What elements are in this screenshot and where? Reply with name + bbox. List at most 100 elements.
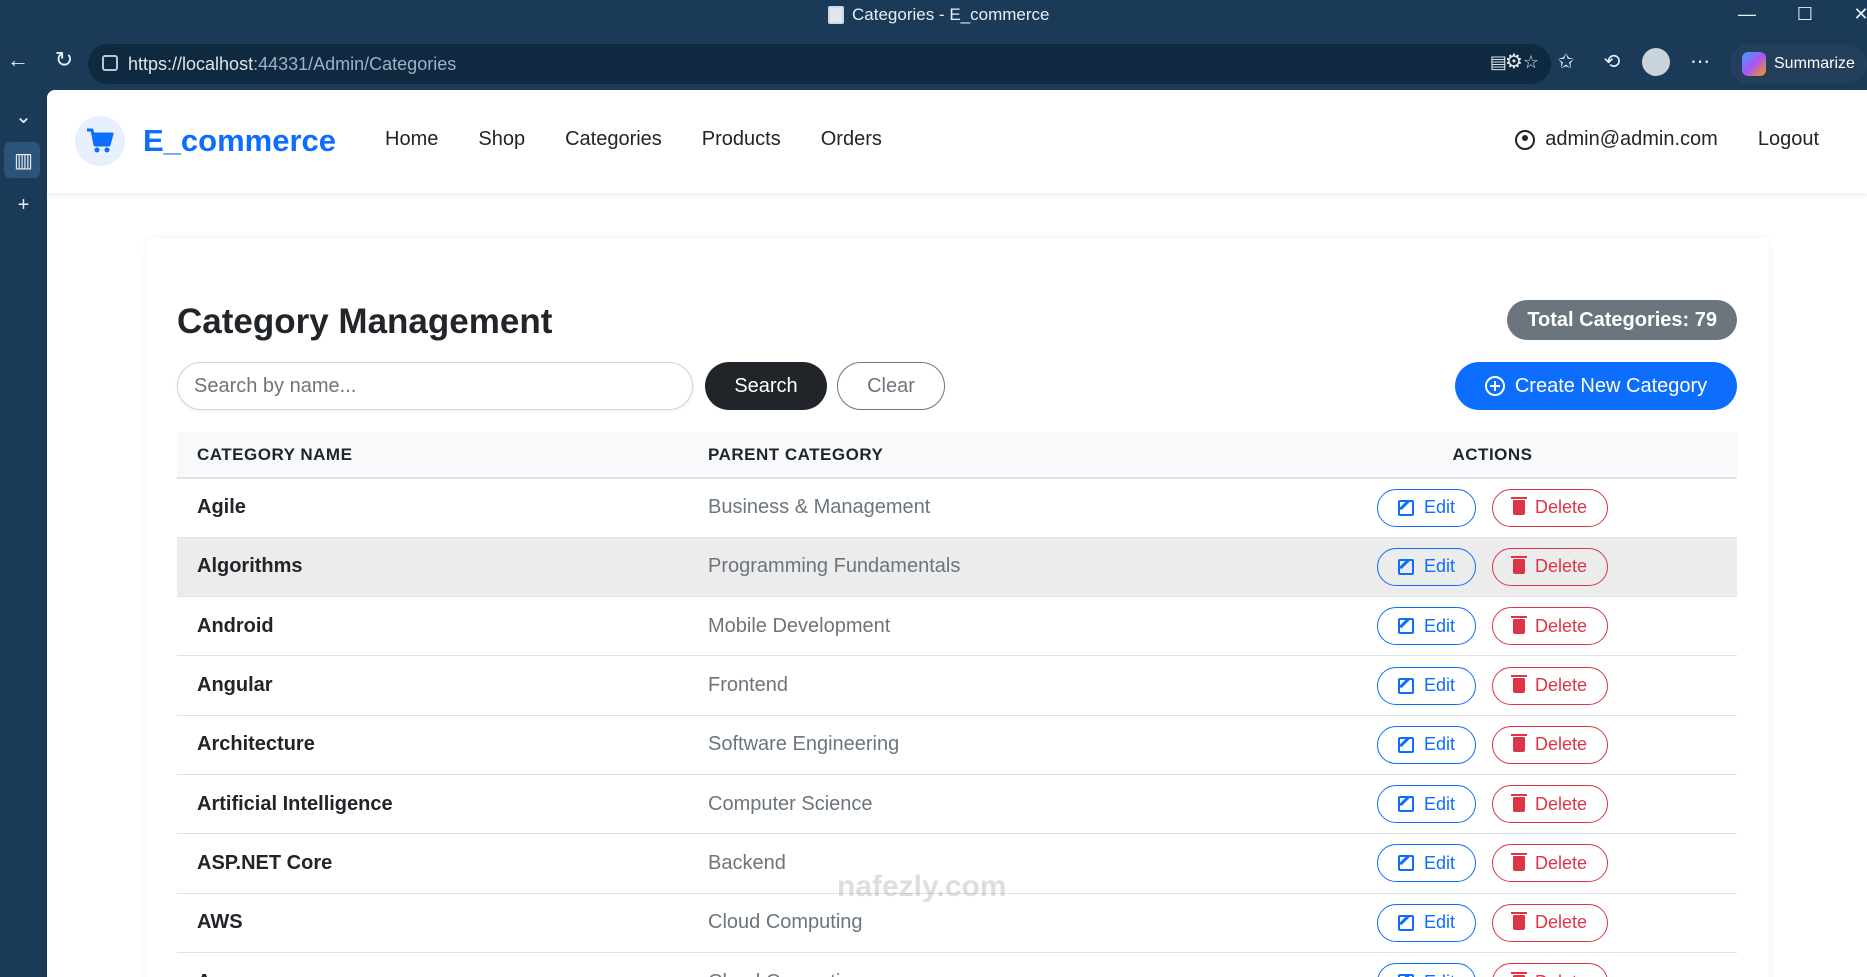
edit-button[interactable]: Edit — [1376, 785, 1476, 824]
vertical-tabs-rail: ⌄ ▥ + — [0, 90, 47, 977]
delete-button[interactable]: Delete — [1492, 666, 1609, 705]
row-actions: Edit Delete — [1248, 715, 1737, 774]
row-actions: Edit Delete — [1248, 537, 1737, 596]
nav-categories[interactable]: Categories — [565, 128, 662, 151]
nav-shop[interactable]: Shop — [478, 128, 525, 151]
summarize-button[interactable]: Summarize — [1730, 44, 1867, 84]
edit-button[interactable]: Edit — [1376, 844, 1476, 883]
create-category-label: Create New Category — [1514, 374, 1708, 397]
favorites-icon[interactable]: ✩ — [1552, 48, 1580, 76]
category-name: AWS — [197, 911, 243, 934]
delete-button[interactable]: Delete — [1492, 547, 1609, 586]
tab-page-icon[interactable]: ▥ — [0, 148, 47, 173]
edit-label: Edit — [1423, 675, 1455, 696]
site-info-icon[interactable] — [102, 55, 118, 71]
delete-label: Delete — [1535, 972, 1587, 977]
minimize-icon[interactable]: — — [1732, 4, 1762, 25]
window-title-text: Categories - E_commerce — [852, 5, 1050, 24]
more-menu-icon[interactable]: ⋯ — [1686, 48, 1714, 76]
nav-products[interactable]: Products — [702, 128, 781, 151]
edit-button[interactable]: Edit — [1376, 963, 1476, 977]
table-row: Architecture Software Engineering Edit Dele… — [177, 715, 1737, 775]
nav-orders[interactable]: Orders — [821, 128, 882, 151]
row-actions: Edit Delete — [1248, 656, 1737, 715]
delete-button[interactable]: Delete — [1492, 488, 1609, 527]
parent-category: Mobile Development — [708, 614, 891, 637]
edit-icon — [1397, 558, 1414, 575]
delete-button[interactable]: Delete — [1492, 607, 1609, 646]
parent-category: Cloud Computing — [708, 952, 1248, 977]
table-row: AzureCloud Computing Edit Delete — [177, 952, 1737, 977]
edit-label: Edit — [1423, 912, 1455, 933]
delete-button[interactable]: Delete — [1492, 785, 1609, 824]
url-text[interactable]: https://localhost:44331/Admin/Categories — [128, 54, 456, 75]
row-actions: Edit Delete — [1248, 478, 1737, 537]
delete-label: Delete — [1535, 556, 1588, 577]
clear-button[interactable]: Clear — [837, 362, 945, 410]
edit-icon — [1397, 499, 1414, 516]
delete-button[interactable]: Delete — [1492, 725, 1609, 764]
category-name: ASP.NET Core — [197, 851, 333, 874]
edit-button[interactable]: Edit — [1376, 607, 1476, 646]
trash-icon — [1511, 793, 1527, 812]
close-window-icon[interactable]: ✕ — [1846, 4, 1867, 25]
delete-label: Delete — [1535, 912, 1588, 933]
maximize-icon[interactable]: ☐ — [1790, 4, 1820, 25]
column-header-parent[interactable]: PARENT CATEGORY — [708, 432, 1248, 478]
table-row: ASP.NET Core Backend Edit Delete — [177, 834, 1737, 894]
table-row: AWS Cloud Computing Edit Delete — [177, 893, 1737, 953]
column-header-name[interactable]: CATEGORY NAME — [177, 432, 708, 478]
delete-button[interactable]: Delete — [1492, 844, 1609, 883]
edit-label: Edit — [1423, 497, 1455, 518]
category-card: Category Management Total Categories: 79… — [147, 238, 1769, 977]
edit-button[interactable]: Edit — [1376, 547, 1476, 586]
delete-label: Delete — [1535, 497, 1588, 518]
user-nav: admin@admin.com Logout — [1515, 128, 1819, 151]
user-email[interactable]: admin@admin.com — [1545, 128, 1718, 151]
edit-icon — [1397, 677, 1414, 694]
row-actions: Edit Delete — [1248, 952, 1737, 977]
logout-link[interactable]: Logout — [1758, 128, 1819, 151]
category-name: Architecture — [197, 733, 315, 756]
history-icon[interactable]: ⟲ — [1598, 48, 1626, 76]
create-category-button[interactable]: Create New Category — [1455, 362, 1737, 410]
categories-table: CATEGORY NAME PARENT CATEGORY ACTIONS Ag… — [177, 432, 1737, 977]
nav-home[interactable]: Home — [385, 128, 438, 151]
trash-icon — [1511, 912, 1527, 931]
table-row: Angular Frontend Edit Delete — [177, 656, 1737, 716]
delete-label: Delete — [1535, 852, 1588, 873]
search-button[interactable]: Search — [705, 362, 827, 410]
edit-button[interactable]: Edit — [1376, 666, 1476, 705]
column-header-actions: ACTIONS — [1452, 444, 1533, 464]
table-row: Algorithms Programming Fundamentals Edit De… — [177, 537, 1737, 597]
plus-circle-icon — [1484, 376, 1505, 396]
extensions-icon[interactable]: ⚙ — [1500, 48, 1528, 76]
search-input[interactable] — [177, 362, 693, 410]
brand[interactable]: E_commerce — [75, 116, 336, 166]
edit-icon — [1397, 855, 1414, 872]
trash-icon — [1511, 734, 1527, 753]
row-actions: Edit Delete — [1248, 774, 1737, 833]
brand-name[interactable]: E_commerce — [143, 123, 336, 159]
new-tab-plus-icon[interactable]: + — [0, 194, 47, 217]
address-bar[interactable]: https://localhost:44331/Admin/Categories… — [88, 44, 1551, 84]
delete-button[interactable]: Delete — [1492, 963, 1609, 977]
back-arrow-icon[interactable]: ← — [2, 44, 34, 76]
edit-icon — [1397, 796, 1414, 813]
table-row: Artificial Intelligence Computer Science E… — [177, 774, 1737, 834]
web-page: E_commerce Home Shop Categories Products… — [47, 90, 1867, 977]
refresh-icon[interactable]: ↻ — [48, 44, 80, 76]
parent-category: Backend — [708, 851, 786, 874]
edit-button[interactable]: Edit — [1376, 725, 1476, 764]
page-title: Category Management — [177, 302, 553, 341]
edit-icon — [1397, 736, 1414, 753]
table-row: Agile Business & Management Edit Delete — [177, 478, 1737, 538]
edit-label: Edit — [1423, 556, 1455, 577]
edit-button[interactable]: Edit — [1376, 488, 1476, 527]
user-account[interactable]: admin@admin.com — [1515, 128, 1718, 151]
profile-avatar[interactable] — [1642, 48, 1670, 76]
edit-button[interactable]: Edit — [1376, 903, 1476, 942]
chevron-down-icon[interactable]: ⌄ — [0, 104, 47, 129]
delete-button[interactable]: Delete — [1492, 903, 1609, 942]
summarize-label: Summarize — [1774, 55, 1855, 72]
